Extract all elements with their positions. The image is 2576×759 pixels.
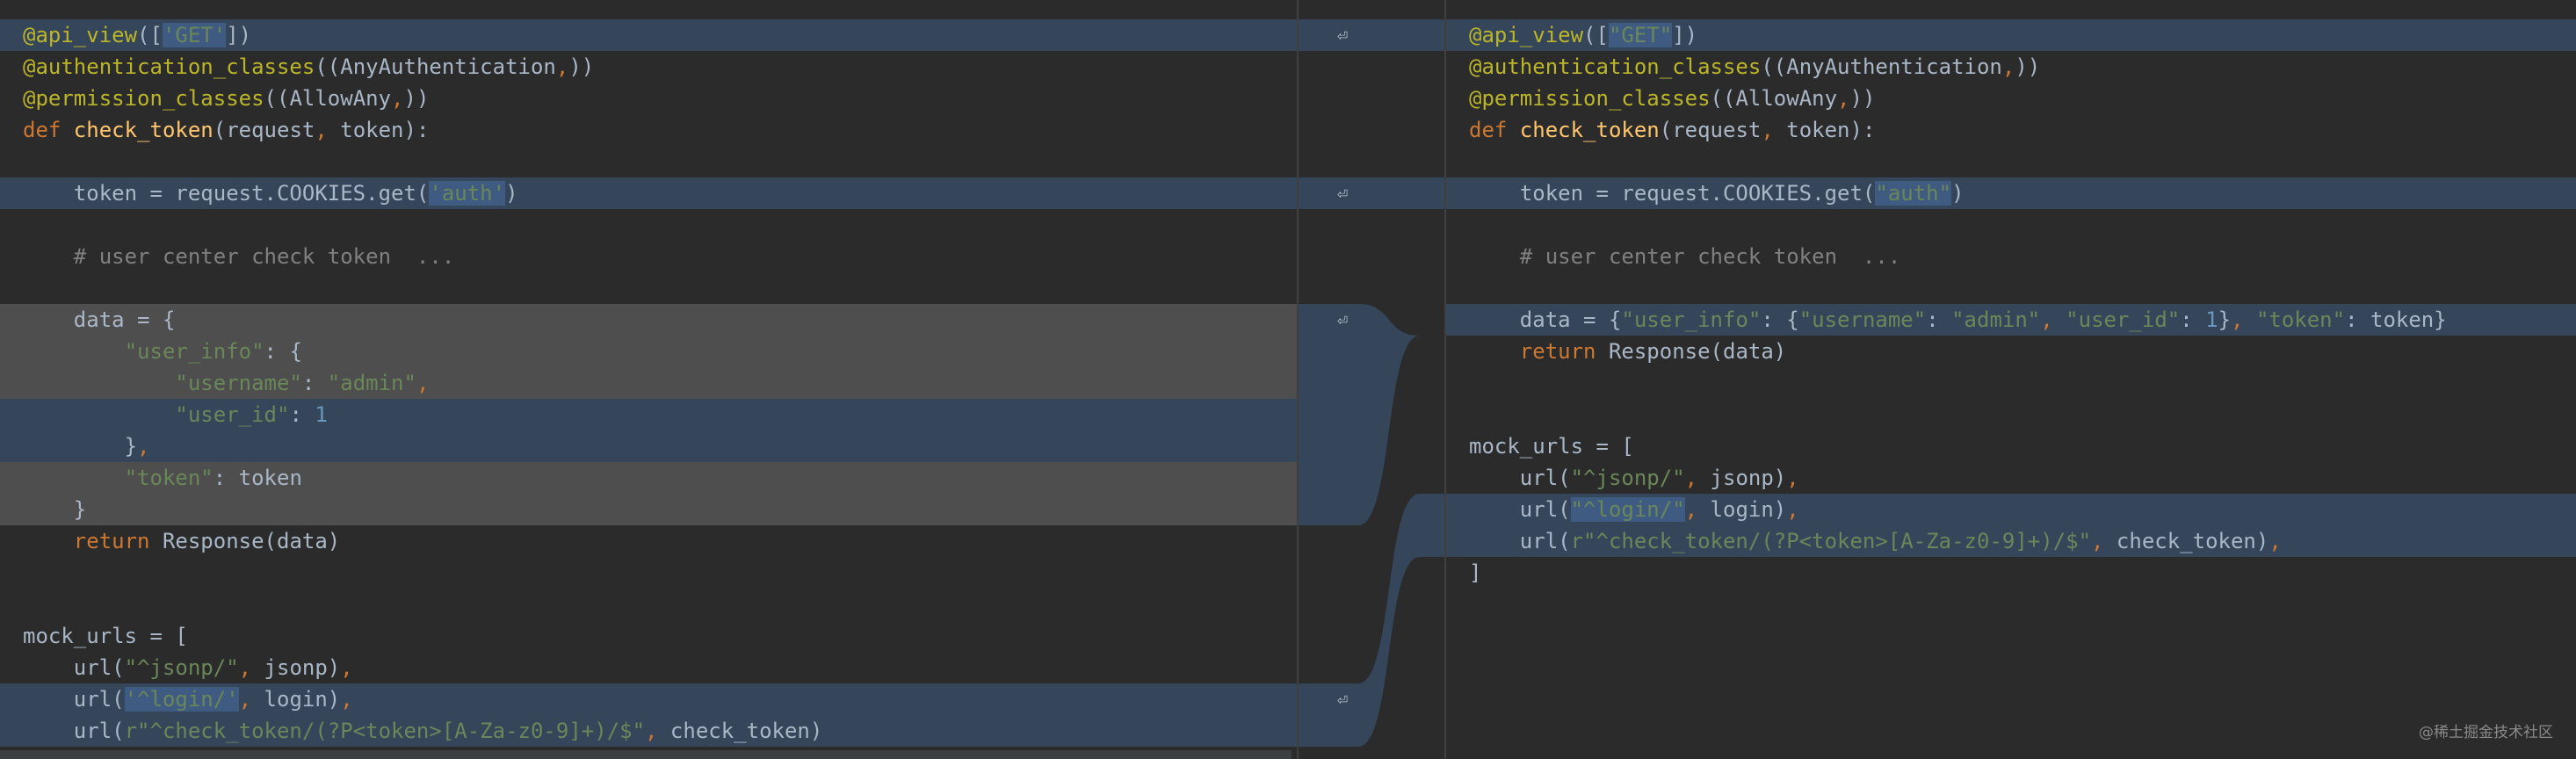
right-line-14[interactable]: mock_urls = [ — [1446, 430, 2576, 462]
right-line-16[interactable]: url("^login/", login), — [1446, 494, 2576, 525]
pane-divider-left — [1297, 0, 1299, 759]
apply-change-icon[interactable]: ⏎ — [1334, 690, 1351, 708]
left-line-4[interactable]: def check_token(request, token): — [0, 114, 1297, 146]
left-line-15[interactable]: "token": token — [0, 462, 1297, 494]
left-line-13[interactable]: "user_id": 1 — [0, 399, 1297, 430]
left-editor-pane[interactable]: @api_view(['GET']) @authentication_class… — [0, 0, 1297, 759]
left-line-1[interactable]: @api_view(['GET']) — [0, 19, 1297, 51]
right-line-17[interactable]: url(r"^check_token/(?P<token>[A-Za-z0-9]… — [1446, 525, 2576, 557]
right-line-1[interactable]: @api_view(["GET"]) — [1446, 19, 2576, 51]
apply-change-icon[interactable]: ⏎ — [1334, 311, 1351, 329]
left-line-14[interactable]: }, — [0, 430, 1297, 462]
right-line-18[interactable]: ] — [1446, 557, 2576, 589]
left-horizontal-scrollbar[interactable] — [0, 750, 1292, 759]
right-line-2[interactable]: @authentication_classes((AnyAuthenticati… — [1446, 51, 2576, 83]
right-line-10[interactable]: data = {"user_info": {"username": "admin… — [1446, 304, 2576, 336]
left-line-16[interactable]: } — [0, 494, 1297, 525]
left-line-11[interactable]: "user_info": { — [0, 336, 1297, 367]
right-line-15[interactable]: url("^jsonp/", jsonp), — [1446, 462, 2576, 494]
left-line-3[interactable]: @permission_classes((AllowAny,)) — [0, 83, 1297, 114]
left-line-12[interactable]: "username": "admin", — [0, 367, 1297, 399]
left-line-20[interactable]: mock_urls = [ — [0, 620, 1297, 652]
left-line-8[interactable]: # user center check token ... — [0, 241, 1297, 272]
left-line-17[interactable]: return Response(data) — [0, 525, 1297, 557]
right-line-8[interactable]: # user center check token ... — [1446, 241, 2576, 272]
left-line-6[interactable]: token = request.COOKIES.get('auth') — [0, 177, 1297, 209]
right-line-6[interactable]: token = request.COOKIES.get("auth") — [1446, 177, 2576, 209]
apply-change-icon[interactable]: ⏎ — [1334, 26, 1351, 44]
left-line-23[interactable]: url(r"^check_token/(?P<token>[A-Za-z0-9]… — [0, 715, 1297, 747]
right-editor-pane[interactable]: @api_view(["GET"]) @authentication_class… — [1446, 0, 2576, 759]
left-line-22[interactable]: url('^login/', login), — [0, 683, 1297, 715]
right-line-4[interactable]: def check_token(request, token): — [1446, 114, 2576, 146]
apply-change-icon[interactable]: ⏎ — [1334, 184, 1351, 202]
diff-connector-svg — [1297, 19, 1446, 747]
left-line-10[interactable]: data = { — [0, 304, 1297, 336]
diff-gutter: ⏎ ⏎ ⏎ ⏎ — [1297, 0, 1446, 759]
left-line-21[interactable]: url("^jsonp/", jsonp), — [0, 652, 1297, 683]
watermark: @稀土掘金技术社区 — [2419, 724, 2553, 741]
right-line-3[interactable]: @permission_classes((AllowAny,)) — [1446, 83, 2576, 114]
left-line-2[interactable]: @authentication_classes((AnyAuthenticati… — [0, 51, 1297, 83]
right-line-11[interactable]: return Response(data) — [1446, 336, 2576, 367]
